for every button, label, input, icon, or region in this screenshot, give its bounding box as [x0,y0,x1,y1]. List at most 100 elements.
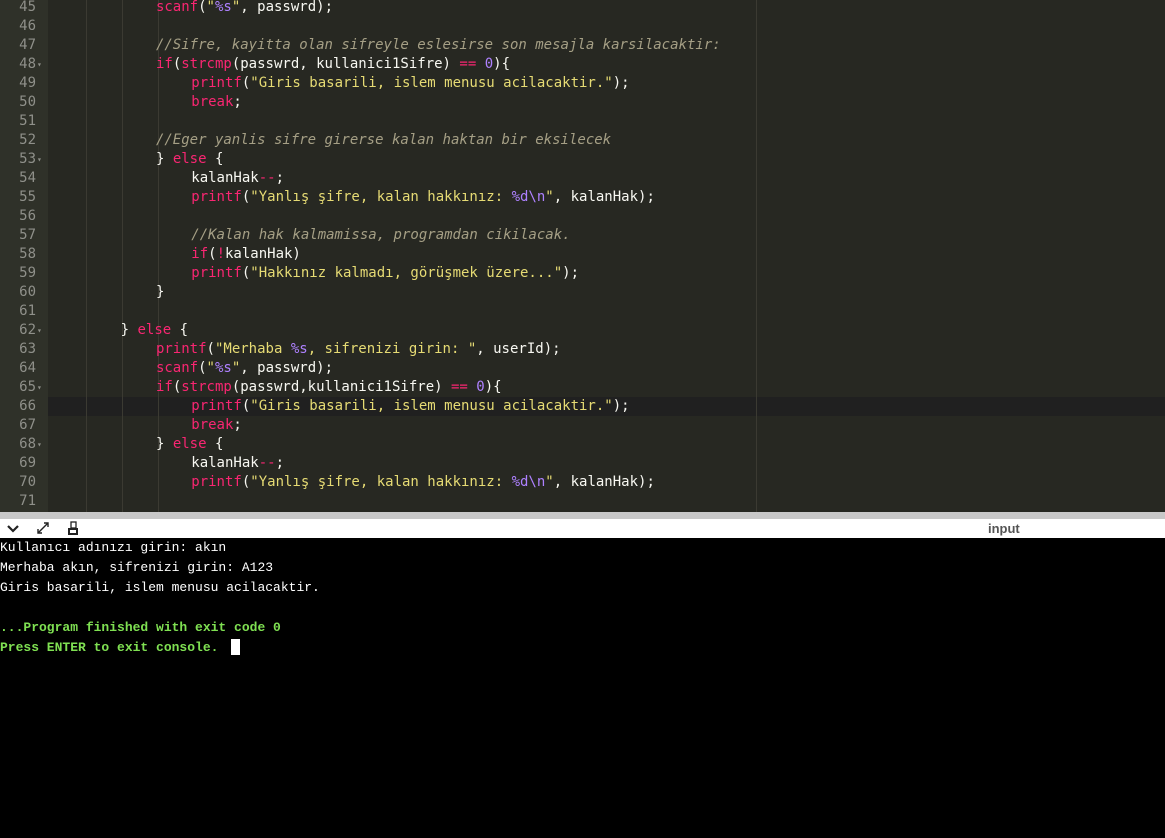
code-token: //Eger yanlis sifre girerse kalan haktan… [155,132,612,148]
code-token: ; [233,94,242,110]
fold-toggle-icon[interactable]: ▾ [37,321,42,340]
code-token: printf [191,265,242,281]
code-token: } [120,322,138,338]
code-token: , kalanHak); [553,474,655,490]
line-number: 49 [19,75,36,91]
code-line[interactable]: //Eger yanlis sifre girerse kalan haktan… [156,131,611,150]
line-number: 69 [19,455,36,471]
code-token: (passwrd,kullanici1Sifre) [231,379,451,395]
code-token: } [155,284,165,300]
code-token: -- [258,170,276,186]
code-token: kalanHak [191,170,259,186]
line-number: 46 [19,18,36,34]
code-token: ); [612,75,630,91]
code-token: " [545,474,554,490]
code-token: -- [258,455,276,471]
code-token: "Merhaba [214,341,291,357]
fold-toggle-icon[interactable]: ▾ [37,378,42,397]
fold-toggle-icon[interactable]: ▾ [37,150,42,169]
code-line[interactable]: } [156,283,164,302]
console-line: Kullanıcı adınızı girin: akın [0,540,227,555]
code-token: ); [562,265,580,281]
code-line[interactable]: scanf("%s", passwrd); [156,0,333,17]
line-number: 55 [19,189,36,205]
code-line[interactable]: printf("Yanlış şifre, kalan hakkınız: %d… [191,473,655,492]
code-line[interactable]: kalanHak--; [191,454,284,473]
code-token: else [172,151,207,167]
line-number: 48 [19,56,36,72]
code-line[interactable]: } else { [156,150,223,169]
code-editor[interactable]: 45 46 47 48 ▾ 49 50 51 52 53 ▾ 54 55 56 57 58 59 60 61 62 ▾ 6… [0,0,1165,512]
code-token: , kalanHak); [553,189,655,205]
code-line[interactable]: } else { [121,321,188,340]
line-number: 62 [19,322,36,338]
code-line[interactable]: printf("Giris basarili, islem menusu aci… [191,74,629,93]
code-token: %s [290,341,308,357]
code-line[interactable]: scanf("%s", passwrd); [156,359,333,378]
code-token: ! [216,246,225,262]
console-output[interactable]: Kullanıcı adınızı girin: akın Merhaba akı… [0,538,1165,838]
code-token: scanf [155,360,199,376]
fold-toggle-icon[interactable]: ▾ [37,55,42,74]
line-number: 67 [19,417,36,433]
expand-arrows-icon[interactable] [35,521,51,536]
line-number: 71 [19,493,36,509]
code-line[interactable]: printf("Yanlış şifre, kalan hakkınız: %d… [191,188,655,207]
code-token: == [450,379,468,395]
code-line[interactable]: //Kalan hak kalmamissa, programdan cikil… [191,226,570,245]
line-number-gutter: 45 46 47 48 ▾ 49 50 51 52 53 ▾ 54 55 56 57 58 59 60 61 62 ▾ 6… [0,0,48,512]
code-token: else [172,436,207,452]
code-line[interactable]: break; [191,416,242,435]
code-area[interactable]: scanf("%s", passwrd);//Sifre, kayitta ol… [48,0,1165,512]
code-line[interactable]: kalanHak--; [191,169,284,188]
code-token: printf [191,398,242,414]
code-token: scanf [155,0,199,15]
code-token: 0 [476,379,485,395]
line-number: 50 [19,94,36,110]
code-token: " [545,189,554,205]
line-number: 64 [19,360,36,376]
console-line: Press ENTER to exit console. [0,640,219,655]
line-number: 45 [19,0,36,15]
code-token: ( [198,0,207,15]
copy-icon[interactable] [65,521,81,536]
code-token: //Kalan hak kalmamissa, programdan cikil… [191,227,571,243]
line-number: 53 [19,151,36,167]
code-line[interactable]: printf("Merhaba %s, sifrenizi girin: ", … [156,340,561,359]
code-line[interactable]: printf("Giris basarili, islem menusu aci… [191,397,629,416]
code-token: ){ [484,379,502,395]
code-token: { [171,322,189,338]
indent-guide [86,0,87,512]
fold-toggle-icon[interactable]: ▾ [37,435,42,454]
code-token: if [191,246,209,262]
line-number: 57 [19,227,36,243]
code-token: , sifrenizi girin: " [307,341,477,357]
code-line[interactable]: printf("Hakkınız kalmadı, görüşmek üzere… [191,264,579,283]
code-token: ; [233,417,242,433]
code-token: printf [155,341,207,357]
code-line[interactable]: } else { [156,435,223,454]
code-token: %s [214,0,232,15]
line-number: 54 [19,170,36,186]
line-number: 56 [19,208,36,224]
code-token: (passwrd, kullanici1Sifre) [231,56,460,72]
console-cursor [231,639,240,655]
code-token: { [206,151,224,167]
chevron-down-icon[interactable] [5,521,21,536]
code-token: ; [275,170,284,186]
panel-splitter[interactable] [0,512,1165,519]
code-token: printf [191,474,242,490]
code-line[interactable]: if(strcmp(passwrd,kullanici1Sifre) == 0)… [156,378,502,397]
code-line[interactable]: if(strcmp(passwrd, kullanici1Sifre) == 0… [156,55,510,74]
input-label[interactable]: input [988,519,1020,538]
code-line[interactable]: //Sifre, kayitta olan sifreyle eslesirse… [156,36,721,55]
code-token: "Giris basarili, islem menusu acilacakti… [250,398,613,414]
code-token: ( [206,341,215,357]
line-number: 60 [19,284,36,300]
code-line[interactable]: break; [191,93,242,112]
code-token: ; [275,455,284,471]
code-line[interactable]: if(!kalanHak) [191,245,301,264]
code-token: ); [612,398,630,414]
code-token: , passwrd); [240,360,333,376]
